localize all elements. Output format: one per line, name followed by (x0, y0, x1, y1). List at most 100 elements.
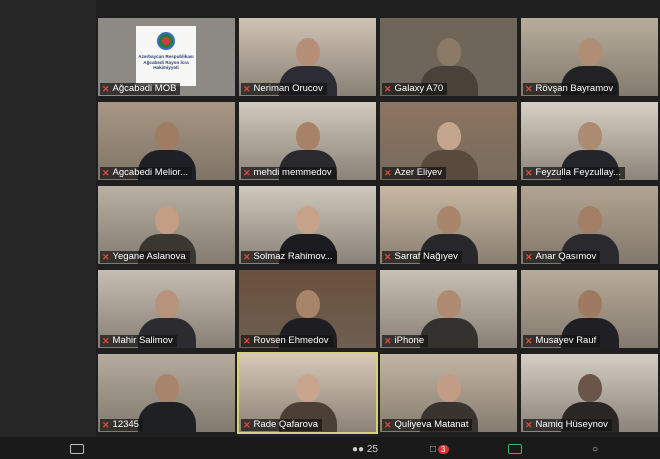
chat-icon: □ (430, 443, 437, 455)
participant-name: Azer Eliyev (394, 167, 443, 178)
participant-tile[interactable]: ✕ Feyzulla Feyzullay... (519, 100, 660, 182)
participant-tile[interactable]: ✕ Azer Eliyev (378, 100, 519, 182)
participant-head (295, 290, 320, 318)
participant-head (577, 206, 602, 234)
meeting-toolbar: ●● 25 □ 3 ○ (0, 437, 660, 459)
participant-head (154, 122, 179, 150)
participant-count: 25 (366, 443, 378, 455)
participant-tile[interactable]: ✕ Sarraf Nağıyev (378, 184, 519, 266)
participant-name-label: ✕ Feyzulla Feyzullay... (523, 167, 625, 179)
participant-head (436, 38, 461, 66)
logo-text: Azərbaycan Respublikası Ağcabədi Rayon İ… (138, 54, 194, 71)
participant-head (577, 374, 602, 402)
participant-name-label: ✕ Azer Eliyev (382, 167, 447, 179)
muted-mic-icon: ✕ (384, 420, 392, 430)
participant-tile[interactable]: ✕ iPhone (378, 268, 519, 350)
camera-icon[interactable] (70, 441, 84, 457)
participants-button[interactable]: ●● 25 (352, 441, 378, 457)
participant-tile[interactable]: ✕ Rade Qafarova (237, 352, 378, 434)
muted-mic-icon: ✕ (525, 168, 533, 178)
participant-body (419, 318, 478, 348)
participant-head (436, 122, 461, 150)
participant-name: Anar Qasımov (535, 251, 597, 262)
participant-name-label: ✕ Solmaz Rahimov... (241, 251, 337, 263)
participant-tile[interactable]: ✕ mehdi memmedov (237, 100, 378, 182)
muted-mic-icon: ✕ (384, 168, 392, 178)
participant-tile[interactable]: ✕ Musayev Rauf (519, 268, 660, 350)
participant-head (577, 122, 602, 150)
muted-mic-icon: ✕ (525, 420, 533, 430)
muted-mic-icon: ✕ (525, 336, 533, 346)
participant-tile[interactable]: ✕ Solmaz Rahimov... (237, 184, 378, 266)
participant-head (577, 290, 602, 318)
participant-name-label: ✕ Rade Qafarova (241, 419, 322, 431)
participant-name: Mahir Salimov (112, 335, 173, 346)
participant-name-label: ✕ Musayev Rauf (523, 335, 601, 347)
participant-tile[interactable]: ✕ Mahir Salimov (96, 268, 237, 350)
muted-mic-icon: ✕ (102, 168, 110, 178)
participant-name-label: ✕ Agcabedi Melior... (100, 167, 193, 179)
participant-name: Galaxy A70 (394, 83, 444, 94)
participant-name: Agcabedi Melior... (112, 167, 189, 178)
participant-name: Rade Qafarova (253, 419, 318, 430)
participant-head (577, 38, 602, 66)
participant-name: Yegane Aslanova (112, 251, 186, 262)
participant-silhouette (137, 368, 196, 432)
participant-tile[interactable]: ✕ Anar Qasımov (519, 184, 660, 266)
participant-head (436, 290, 461, 318)
participant-head (154, 374, 179, 402)
participant-head (436, 374, 461, 402)
participant-name: Namiq Hüseynov (535, 419, 608, 430)
participant-tile[interactable]: ✕ Galaxy A70 (378, 16, 519, 98)
participant-name: Neriman Orucov (253, 83, 323, 94)
muted-mic-icon: ✕ (243, 84, 251, 94)
participant-name-label: ✕ Quliyeva Matanat (382, 419, 473, 431)
muted-mic-icon: ✕ (243, 336, 251, 346)
participant-tile[interactable]: ✕ Rövşan Bayramov (519, 16, 660, 98)
participant-name-label: ✕ Rovsen Ehmedov (241, 335, 333, 347)
chat-badge: 3 (438, 444, 449, 454)
participant-tile[interactable]: Azərbaycan Respublikası Ağcabədi Rayon İ… (96, 16, 237, 98)
participant-name-label: ✕ iPhone (382, 335, 429, 347)
muted-mic-icon: ✕ (243, 420, 251, 430)
participant-head (154, 206, 179, 234)
participant-grid: Azərbaycan Respublikası Ağcabədi Rayon İ… (96, 16, 660, 436)
muted-mic-icon: ✕ (243, 168, 251, 178)
participant-head (295, 38, 320, 66)
emblem-icon (157, 32, 175, 50)
muted-mic-icon: ✕ (384, 336, 392, 346)
muted-mic-icon: ✕ (525, 84, 533, 94)
participant-name-label: ✕ Anar Qasımov (523, 251, 601, 263)
participant-silhouette (419, 284, 478, 348)
participant-tile[interactable]: ✕ Quliyeva Matanat (378, 352, 519, 434)
muted-mic-icon: ✕ (384, 252, 392, 262)
muted-mic-icon: ✕ (243, 252, 251, 262)
muted-mic-icon: ✕ (102, 84, 110, 94)
participant-tile[interactable]: ✕ Rovsen Ehmedov (237, 268, 378, 350)
participant-name: Ağcabədi MOB (112, 83, 177, 94)
chat-button[interactable]: □ 3 (430, 441, 449, 457)
participant-name: Musayev Rauf (535, 335, 597, 346)
participant-name: Sarraf Nağıyev (394, 251, 458, 262)
participant-name: iPhone (394, 335, 425, 346)
participant-tile[interactable]: ✕ Agcabedi Melior... (96, 100, 237, 182)
participant-name-label: ✕ 12345 (100, 419, 143, 431)
participant-name: 12345 (112, 419, 139, 430)
participant-body (137, 402, 196, 432)
participant-name: Quliyeva Matanat (394, 419, 469, 430)
muted-mic-icon: ✕ (525, 252, 533, 262)
participant-head (295, 374, 320, 402)
participant-name: Solmaz Rahimov... (253, 251, 333, 262)
participants-icon: ●● (352, 443, 365, 455)
participant-name-label: ✕ Namiq Hüseynov (523, 419, 612, 431)
muted-mic-icon: ✕ (102, 252, 110, 262)
participant-name-label: ✕ Mahir Salimov (100, 335, 177, 347)
participant-tile[interactable]: ✕ Namiq Hüseynov (519, 352, 660, 434)
share-screen-icon[interactable] (508, 441, 522, 457)
participant-tile[interactable]: ✕ Yegane Aslanova (96, 184, 237, 266)
reactions-icon[interactable]: ○ (592, 441, 598, 457)
participant-tile[interactable]: ✕ 12345 (96, 352, 237, 434)
participant-head (295, 122, 320, 150)
participant-tile[interactable]: ✕ Neriman Orucov (237, 16, 378, 98)
participant-name-label: ✕ Ağcabədi MOB (100, 83, 181, 95)
